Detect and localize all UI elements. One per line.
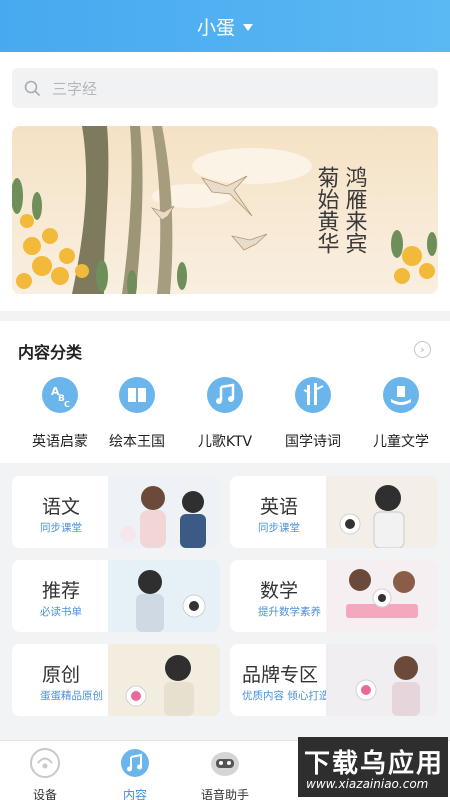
card-recommend[interactable]: 推荐 必读书单 [12, 560, 220, 632]
card-english[interactable]: 英语 同步课堂 [230, 476, 438, 548]
promo-banner[interactable]: 鸿雁来宾 菊始黄华 [12, 126, 438, 294]
card-brand[interactable]: 品牌专区 优质内容 倾心打造 [230, 644, 438, 716]
abc-icon: A B C [42, 377, 78, 413]
card-subtitle: 优质内容 倾心打造 [242, 690, 330, 702]
category-literature[interactable]: 儿童文学 [359, 377, 443, 451]
card-original[interactable]: 原创 蛋蛋精品原创 [12, 644, 220, 716]
more-arrow-icon[interactable]: › [414, 341, 431, 358]
category-poetry[interactable]: 国学诗词 [271, 377, 355, 451]
card-title: 推荐 [42, 580, 81, 602]
card-illustration [326, 560, 438, 632]
tab-content[interactable]: 内容 [100, 741, 170, 800]
category-picturebook[interactable]: 绘本王国 [95, 377, 179, 451]
card-title: 数学 [260, 580, 299, 602]
tab-label: 内容 [122, 788, 147, 800]
category-label: 英语启蒙 [32, 434, 88, 450]
category-section: 内容分类 › A B C 英语启蒙 绘本王国 儿歌KTV 国学诗词 儿童文学 [0, 321, 450, 463]
category-label: 绘本王国 [109, 434, 165, 450]
banner-artwork: 鸿雁来宾 菊始黄华 [12, 126, 438, 294]
card-subtitle: 提升数学素养 [258, 606, 321, 618]
search-input[interactable]: 三字经 [12, 68, 438, 108]
robot-icon [211, 752, 239, 776]
page-title: 小蛋 [196, 16, 235, 39]
literature-icon [383, 377, 419, 413]
card-title: 英语 [260, 496, 299, 518]
card-illustration [108, 476, 220, 548]
card-illustration [326, 644, 438, 716]
header-bar: 小蛋 [0, 0, 450, 52]
card-math[interactable]: 数学 提升数学素养 [230, 560, 438, 632]
category-label: 儿歌KTV [197, 434, 253, 450]
caret-down-icon [243, 23, 253, 31]
bamboo-icon [295, 377, 331, 413]
search-placeholder: 三字经 [52, 79, 98, 98]
tab-voice-assistant[interactable]: 语音助手 [190, 741, 260, 800]
card-subtitle: 必读书单 [40, 606, 82, 618]
card-title: 语文 [42, 496, 81, 518]
category-songs[interactable]: 儿歌KTV [183, 377, 267, 451]
card-title: 原创 [42, 664, 81, 686]
svg-text:C: C [64, 400, 70, 409]
category-english[interactable]: A B C 英语启蒙 [18, 377, 102, 451]
poem-column-1: 鸿雁来宾 [342, 166, 368, 254]
search-icon [24, 80, 40, 96]
card-subtitle: 蛋蛋精品原创 [40, 690, 103, 702]
poem-column-2: 菊始黄华 [314, 166, 340, 254]
device-selector[interactable]: 小蛋 [197, 13, 253, 40]
tab-label: 设备 [32, 788, 57, 800]
top-section: 三字经 鸿雁来宾 菊始黄华 [0, 52, 450, 311]
book-icon [119, 377, 155, 413]
category-label: 国学诗词 [285, 434, 341, 450]
card-title: 品牌专区 [242, 664, 319, 686]
tab-label: 语音助手 [200, 788, 249, 800]
card-subtitle: 同步课堂 [40, 522, 82, 534]
category-label: 儿童文学 [373, 434, 429, 450]
card-illustration [108, 644, 220, 716]
card-subtitle: 同步课堂 [258, 522, 300, 534]
card-illustration [108, 560, 220, 632]
music-note-icon [121, 749, 149, 777]
tab-device[interactable]: 设备 [10, 741, 80, 800]
card-illustration [326, 476, 438, 548]
device-icon [30, 748, 60, 778]
watermark-text: 下载乌应用 [304, 749, 445, 779]
music-note-icon [207, 377, 243, 413]
category-title: 内容分类 [18, 343, 83, 362]
watermark-url: www.xiazainiao.com [306, 777, 429, 791]
card-chinese[interactable]: 语文 同步课堂 [12, 476, 220, 548]
watermark-logo: 下载乌应用 www.xiazainiao.com [298, 737, 448, 797]
